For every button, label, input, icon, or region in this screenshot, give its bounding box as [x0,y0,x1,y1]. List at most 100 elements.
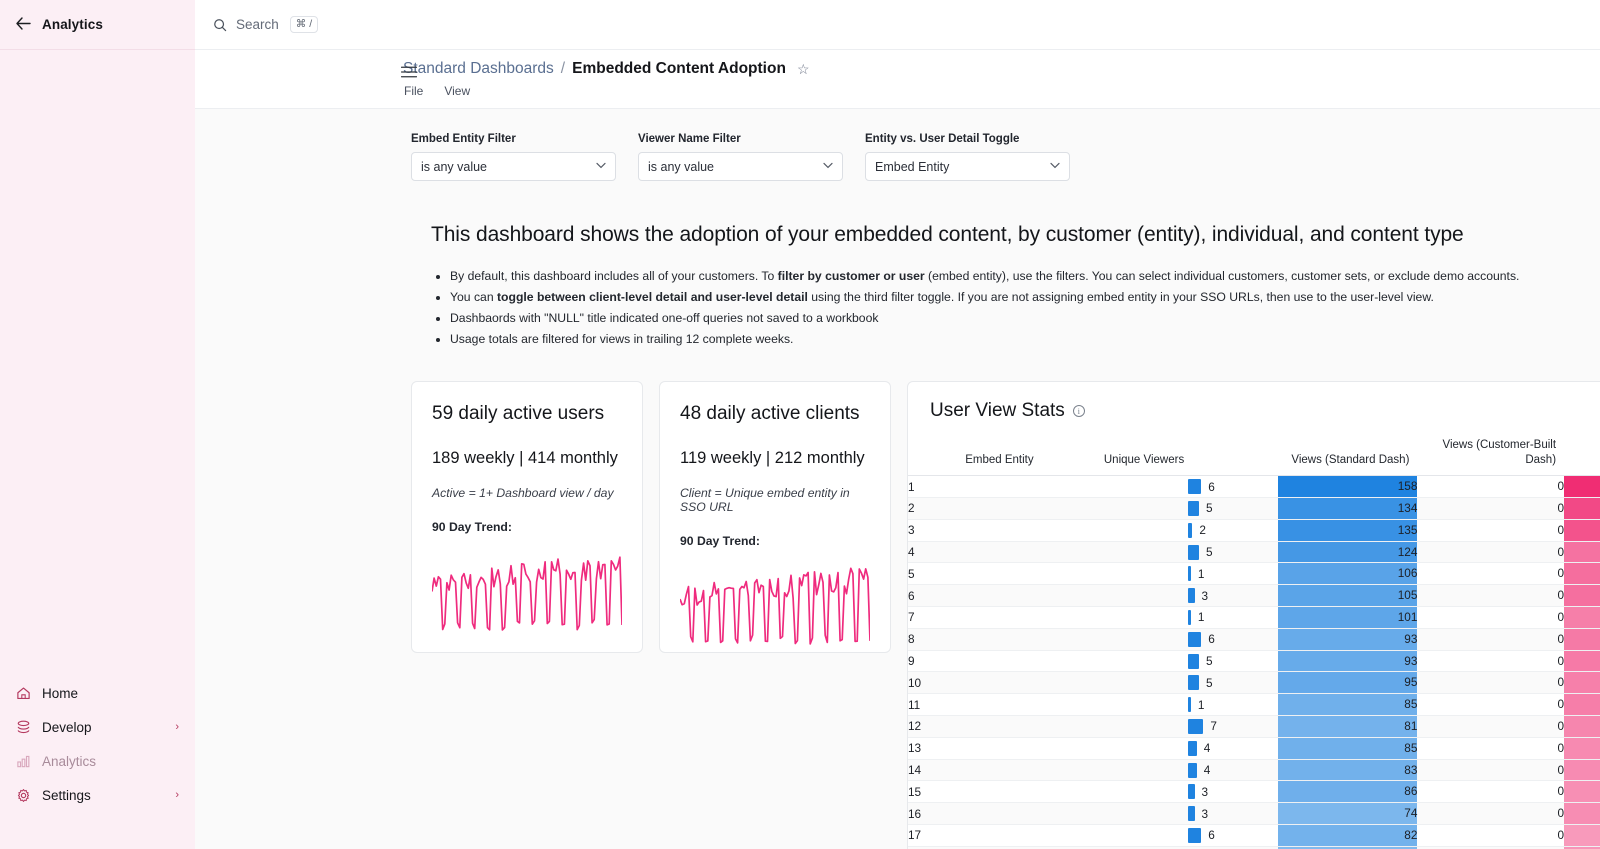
unique-viewers-bar [1187,522,1193,538]
unique-viewers-bar [1187,784,1195,800]
bullet-text: Usage totals are filtered for views in t… [450,331,794,346]
table-row[interactable]: 1538606844% [908,780,1600,804]
unique-viewers-bar-wrap: 7 [1092,716,1278,736]
table-row[interactable]: 1637407049% [908,802,1600,826]
cell-embed-entity [955,693,1092,717]
cell-views-customer-built-dash: 0 [1417,497,1565,520]
bar-chart-icon [16,754,31,769]
sidebar-item-develop[interactable]: Develop › [0,715,195,739]
unique-viewers-bar [1187,588,1195,604]
table-row[interactable]: 16158016952% [908,475,1600,499]
unique-viewers-bar-wrap: 3 [1092,782,1278,802]
table-row[interactable]: 1059508347% [908,671,1600,695]
col-views-customer-built-dash[interactable]: Views (Customer-Built Dash) [1417,434,1565,477]
col-views-standard-dash[interactable]: Views (Standard Dash) [1278,434,1418,477]
filter-embed-entity-select[interactable]: is any value [411,152,616,181]
table-row[interactable]: 1348507346% [908,737,1600,760]
unique-viewers-bar [1187,675,1199,691]
chevron-right-icon[interactable]: › [175,789,179,801]
menu-item-file[interactable]: File [404,84,423,98]
unique-viewers-bar-wrap: 4 [1092,760,1278,780]
breadcrumb-parent[interactable]: Standard Dashboards [403,60,554,78]
row-index: 2 [908,497,956,520]
cell-embed-entity [955,628,1092,651]
cell-views-adhoc-queries: 68 [1564,780,1600,804]
dashboard-description: This dashboard shows the adoption of you… [195,181,1600,350]
hamburger-icon[interactable] [400,65,418,83]
unique-viewers-bar-wrap: 1 [1092,695,1278,715]
bullet-text: using the third filter toggle. If you ar… [807,289,1434,304]
cell-views-standard-dash: 85 [1278,693,1418,717]
cards-row: 59 daily active users 189 weekly | 414 m… [195,349,1600,849]
unique-viewers-value: 3 [1201,806,1209,821]
cell-views-customer-built-dash: 0 [1417,628,1565,651]
table-row[interactable]: 869309049% [908,628,1600,651]
bullet-emphasis: toggle between client-level detail and u… [497,289,808,304]
col-unique-viewers[interactable]: Unique Viewers [1091,434,1279,477]
unique-viewers-bar-wrap: 1 [1092,607,1278,627]
filter-viewer-name-select[interactable]: is any value [638,152,843,181]
cell-views-customer-built-dash: 0 [1417,606,1565,629]
kpi-trend-label: 90 Day Trend: [680,533,760,548]
filter-value: is any value [648,159,715,174]
cell-views-standard-dash: 83 [1278,759,1418,782]
table-row[interactable]: 25134014051% [908,497,1600,520]
kpi-note: Client = Unique embed entity in SSO URL [680,485,850,514]
sidebar-item-analytics[interactable]: Analytics [0,749,195,773]
cell-embed-entity [955,519,1092,542]
cell-unique-viewers: 1 [1091,693,1279,717]
description-bullet: By default, this dashboard includes all … [450,266,1600,287]
info-icon[interactable]: i [1072,404,1085,417]
bullet-text: By default, this dashboard includes all … [450,269,778,283]
table-row[interactable]: 1448307246% [908,759,1600,782]
dashboard-menubar: File View [403,84,1600,98]
row-index: 3 [908,519,956,542]
favorite-star-icon[interactable]: ☆ [797,61,810,78]
table-row[interactable]: 4512409844% [908,541,1600,564]
table-row[interactable]: 32135013049% [908,519,1600,542]
table-row[interactable]: 1768205741% [908,824,1600,847]
menu-item-view[interactable]: View [444,84,470,98]
chevron-right-icon[interactable]: › [175,721,179,733]
cell-unique-viewers: 3 [1091,584,1279,608]
cell-embed-entity [955,497,1092,520]
unique-viewers-bar [1187,544,1199,560]
filter-label: Viewer Name Filter [638,133,741,145]
unique-viewers-bar-wrap: 5 [1092,673,1278,693]
col-embed-entity[interactable]: Embed Entity [955,434,1092,477]
sidebar-item-home[interactable]: Home [0,681,195,705]
cell-embed-entity [955,824,1092,847]
filter-entity-user-toggle-select[interactable]: Embed Entity [865,152,1070,181]
cell-views-adhoc-queries: 85 [1564,606,1600,629]
unique-viewers-bar-wrap: 6 [1092,477,1278,497]
unique-viewers-value: 3 [1201,588,1209,603]
cell-views-customer-built-dash: 0 [1417,475,1565,499]
table-row[interactable]: 959308949% [908,650,1600,673]
sparkline-path [431,556,623,631]
arrow-left-icon[interactable] [16,16,31,33]
description-heading: This dashboard shows the adoption of you… [431,223,1464,246]
cell-views-standard-dash: 106 [1278,562,1418,586]
search-input[interactable]: Search ⌘ / [211,11,324,39]
cell-embed-entity [955,737,1092,760]
sidebar: Analytics Home Develop › Analytics Setti… [0,0,195,849]
dashboard-header: Standard Dashboards / Embedded Content A… [195,50,1600,109]
cell-views-customer-built-dash: 0 [1417,584,1565,608]
table-row[interactable]: 63105010149% [908,584,1600,608]
table-row[interactable]: 1278107749% [908,715,1600,738]
bullet-text: Dashbaords with "NULL" title indicated o… [450,310,879,325]
table-row[interactable]: 7110108546% [908,606,1600,629]
col-views-adhoc-queries[interactable]: Views (Ad-Hoc Queries) [1564,434,1600,477]
dashboard-scroll-area[interactable]: Embed Entity Filter is any value Viewer … [195,109,1600,849]
table-row[interactable]: 1118508650% [908,693,1600,717]
cell-unique-viewers: 6 [1091,824,1279,847]
unique-viewers-value: 1 [1197,566,1205,581]
kpi-card-daily-active-users: 59 daily active users 189 weekly | 414 m… [411,380,643,653]
cell-views-customer-built-dash: 0 [1417,759,1565,782]
dashboard-content: Embed Entity Filter is any value Viewer … [195,109,1600,849]
cell-unique-viewers: 1 [1091,606,1279,629]
sidebar-item-settings[interactable]: Settings › [0,783,195,807]
table-row[interactable]: 51106010249% [908,562,1600,586]
cell-unique-viewers: 6 [1091,628,1279,651]
